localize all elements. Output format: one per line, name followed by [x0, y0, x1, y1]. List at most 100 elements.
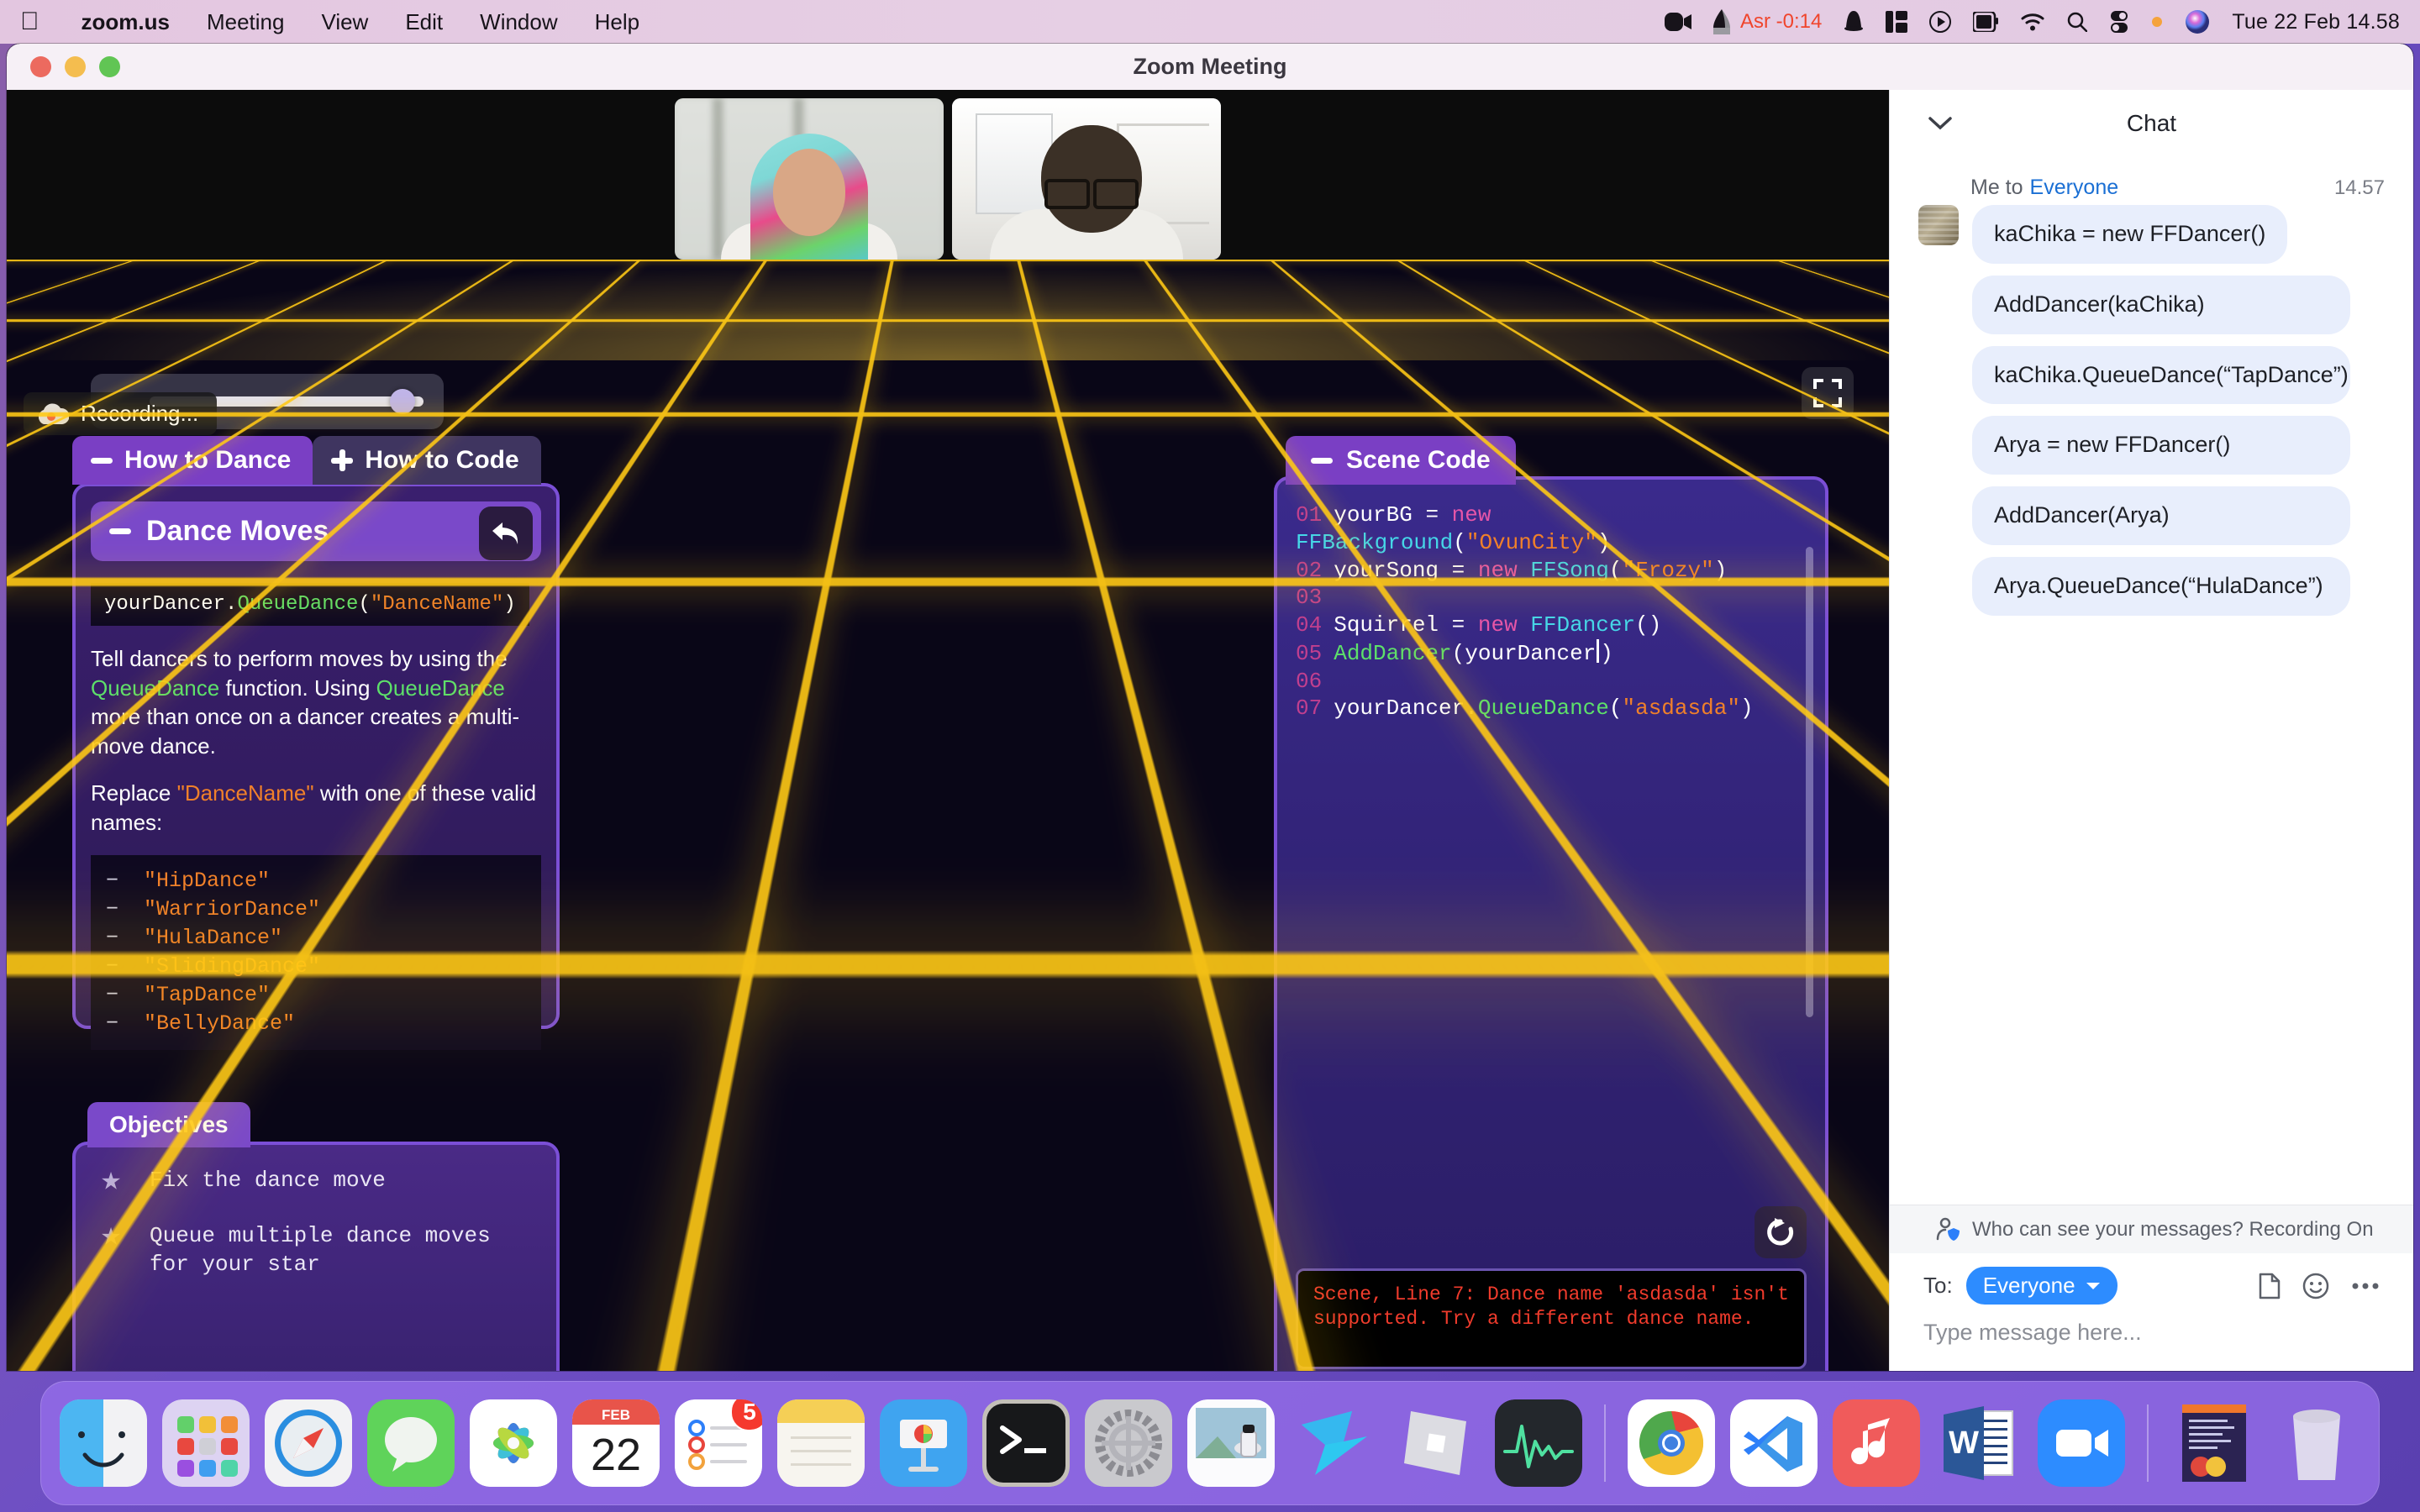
- window-titlebar: Zoom Meeting: [7, 44, 2413, 90]
- queuedance-signature: yourDancer.QueueDance("DanceName"): [91, 583, 529, 626]
- dock-item-finder[interactable]: [60, 1399, 147, 1487]
- code-token: =: [1451, 612, 1478, 638]
- code-scrollbar[interactable]: [1806, 547, 1813, 1017]
- dock-item-scratch[interactable]: [1290, 1399, 1377, 1487]
- dock-item-launchpad[interactable]: [162, 1399, 250, 1487]
- dock-item-word[interactable]: W: [1935, 1399, 2023, 1487]
- code-editor[interactable]: 01 yourBG = new FFBackground("OvunCity") 0…: [1296, 501, 1807, 722]
- dock-item-system-settings[interactable]: [1085, 1399, 1172, 1487]
- wifi-icon[interactable]: [2020, 13, 2045, 31]
- dock-item-trash[interactable]: [2273, 1399, 2360, 1487]
- chat-bubble-0[interactable]: kaChika = new FFDancer(): [1972, 205, 2288, 264]
- prayer-countdown: Asr -0:14: [1739, 10, 1823, 33]
- dock-item-photos[interactable]: [470, 1399, 557, 1487]
- dance-moves-title: Dance Moves: [146, 515, 329, 547]
- display-icon[interactable]: [1973, 12, 1999, 32]
- menu-item-window[interactable]: Window: [480, 9, 557, 35]
- code-token: (): [1635, 612, 1662, 638]
- menu-item-edit[interactable]: Edit: [405, 9, 443, 35]
- dock-item-reminders[interactable]: 5: [675, 1399, 762, 1487]
- chat-message-list[interactable]: Me to Everyone 14.57 kaChika = new FFDan…: [1890, 157, 2413, 1205]
- dock-item-keynote[interactable]: [880, 1399, 967, 1487]
- chevron-down-icon[interactable]: [1928, 116, 1952, 131]
- code-line-04[interactable]: 04 Squirrel = new FFDancer(): [1296, 612, 1807, 639]
- dock-item-messages[interactable]: [367, 1399, 455, 1487]
- dock-item-zoom[interactable]: [2038, 1399, 2125, 1487]
- signature-arg: "DanceName": [370, 593, 504, 616]
- chat-bubble-4[interactable]: AddDancer(Arya): [1972, 486, 2350, 545]
- collapse-minus-icon[interactable]: [1311, 457, 1333, 464]
- chat-bubble-3[interactable]: Arya = new FFDancer(): [1972, 416, 2350, 475]
- tab-how-to-dance[interactable]: How to Dance: [72, 436, 313, 485]
- chat-privacy-notice[interactable]: Who can see your messages? Recording On: [1890, 1205, 2413, 1253]
- desktop-screen:  zoom.us Meeting View Edit Window Help …: [0, 0, 2420, 1512]
- control-center-icon[interactable]: [2109, 11, 2129, 33]
- scene-code-panel[interactable]: 01 yourBG = new FFBackground("OvunCity") 0…: [1274, 476, 1828, 1371]
- file-attach-icon[interactable]: [2259, 1273, 2281, 1299]
- emoji-icon[interactable]: [2302, 1273, 2329, 1299]
- menubar-clock[interactable]: Tue 22 Feb 14.58: [2232, 10, 2400, 34]
- prayer-time-icon[interactable]: [1712, 9, 1730, 34]
- collapse-minus-icon[interactable]: [109, 528, 131, 534]
- dock-item-notes[interactable]: [777, 1399, 865, 1487]
- more-options-icon[interactable]: [2351, 1282, 2380, 1290]
- participant-video-1[interactable]: [675, 98, 944, 260]
- video-camera-icon[interactable]: [1664, 13, 1691, 31]
- bell-icon[interactable]: [1844, 10, 1864, 34]
- code-token: ): [1597, 529, 1611, 555]
- dock-item-chrome[interactable]: [1628, 1399, 1715, 1487]
- code-line-03[interactable]: 03: [1296, 584, 1807, 612]
- signature-close-paren: ): [503, 593, 516, 616]
- apple-logo-icon[interactable]: : [20, 9, 39, 34]
- dance-moves-header[interactable]: Dance Moves: [91, 501, 541, 561]
- chat-input[interactable]: Type message here...: [1923, 1320, 2380, 1346]
- chat-bubble-5[interactable]: Arya.QueueDance(“HulaDance”): [1972, 556, 2350, 616]
- code-token: "Frozy": [1622, 557, 1714, 583]
- chat-bubble-2[interactable]: kaChika.QueueDance(“TapDance”): [1972, 345, 2350, 405]
- participant-video-2[interactable]: [952, 98, 1221, 260]
- code-token: Squirrel: [1334, 612, 1452, 638]
- control-center-playback-icon[interactable]: [1929, 11, 1952, 33]
- search-icon[interactable]: [2067, 12, 2088, 32]
- dock-item-roblox-studio[interactable]: [1392, 1399, 1480, 1487]
- code-line-05[interactable]: 05 AddDancer(yourDancer): [1296, 638, 1807, 668]
- dock-item-calendar[interactable]: FEB 22: [572, 1399, 660, 1487]
- dock-item-vscode[interactable]: [1730, 1399, 1818, 1487]
- chat-recipient[interactable]: Everyone: [2030, 176, 2119, 200]
- code-line-01[interactable]: 01 yourBG = new FFBackground("OvunCity"): [1296, 501, 1807, 557]
- desc-1b: QueueDance: [91, 675, 220, 701]
- menu-item-help[interactable]: Help: [595, 9, 639, 35]
- dock-separator: [1604, 1404, 1606, 1482]
- menu-item-zoomus[interactable]: zoom.us: [82, 9, 170, 35]
- menu-item-meeting[interactable]: Meeting: [207, 9, 285, 35]
- code-line-07[interactable]: 07 yourDancer.QueueDance("asdasda"): [1296, 695, 1807, 722]
- code-line-02[interactable]: 02 yourSong = new FFSong("Frozy"): [1296, 557, 1807, 585]
- tab-how-to-dance-label: How to Dance: [124, 446, 292, 474]
- dock-item-activity-monitor[interactable]: [1495, 1399, 1582, 1487]
- code-token: ): [1713, 557, 1728, 583]
- dock-item-safari[interactable]: [265, 1399, 352, 1487]
- recording-indicator[interactable]: Recording...: [24, 392, 218, 435]
- tab-how-to-code[interactable]: How to Code: [313, 436, 541, 485]
- volume-knob[interactable]: [390, 389, 415, 414]
- reset-refresh-icon[interactable]: [1754, 1206, 1807, 1258]
- code-line-06[interactable]: 06: [1296, 668, 1807, 696]
- recipient-dropdown[interactable]: Everyone: [1965, 1267, 2118, 1305]
- scene-code-tab[interactable]: Scene Code: [1286, 436, 1516, 485]
- dock-item-terminal[interactable]: [982, 1399, 1070, 1487]
- dock-item-poster-file[interactable]: [2170, 1399, 2258, 1487]
- objectives-tab[interactable]: Objectives: [87, 1102, 250, 1147]
- list-item: kaChika = new FFDancer(): [1918, 205, 2385, 264]
- room-window: [976, 113, 1053, 214]
- siri-icon[interactable]: [2185, 9, 2210, 34]
- dock-item-music[interactable]: [1833, 1399, 1920, 1487]
- dance-moves-panel: Dance Moves yourDancer.QueueDance("Dance…: [72, 483, 560, 1051]
- code-token: =: [1425, 502, 1452, 528]
- chat-bubble-1[interactable]: AddDancer(kaChika): [1972, 275, 2350, 334]
- dock-item-preview[interactable]: [1187, 1399, 1275, 1487]
- fullscreen-expand-icon[interactable]: [1802, 367, 1854, 419]
- objective-item-1: ★ Queue multiple dance moves for your st…: [101, 1221, 531, 1279]
- menu-item-view[interactable]: View: [321, 9, 368, 35]
- stage-manager-icon[interactable]: [1886, 11, 1908, 33]
- undo-arrow-icon[interactable]: [479, 507, 533, 560]
